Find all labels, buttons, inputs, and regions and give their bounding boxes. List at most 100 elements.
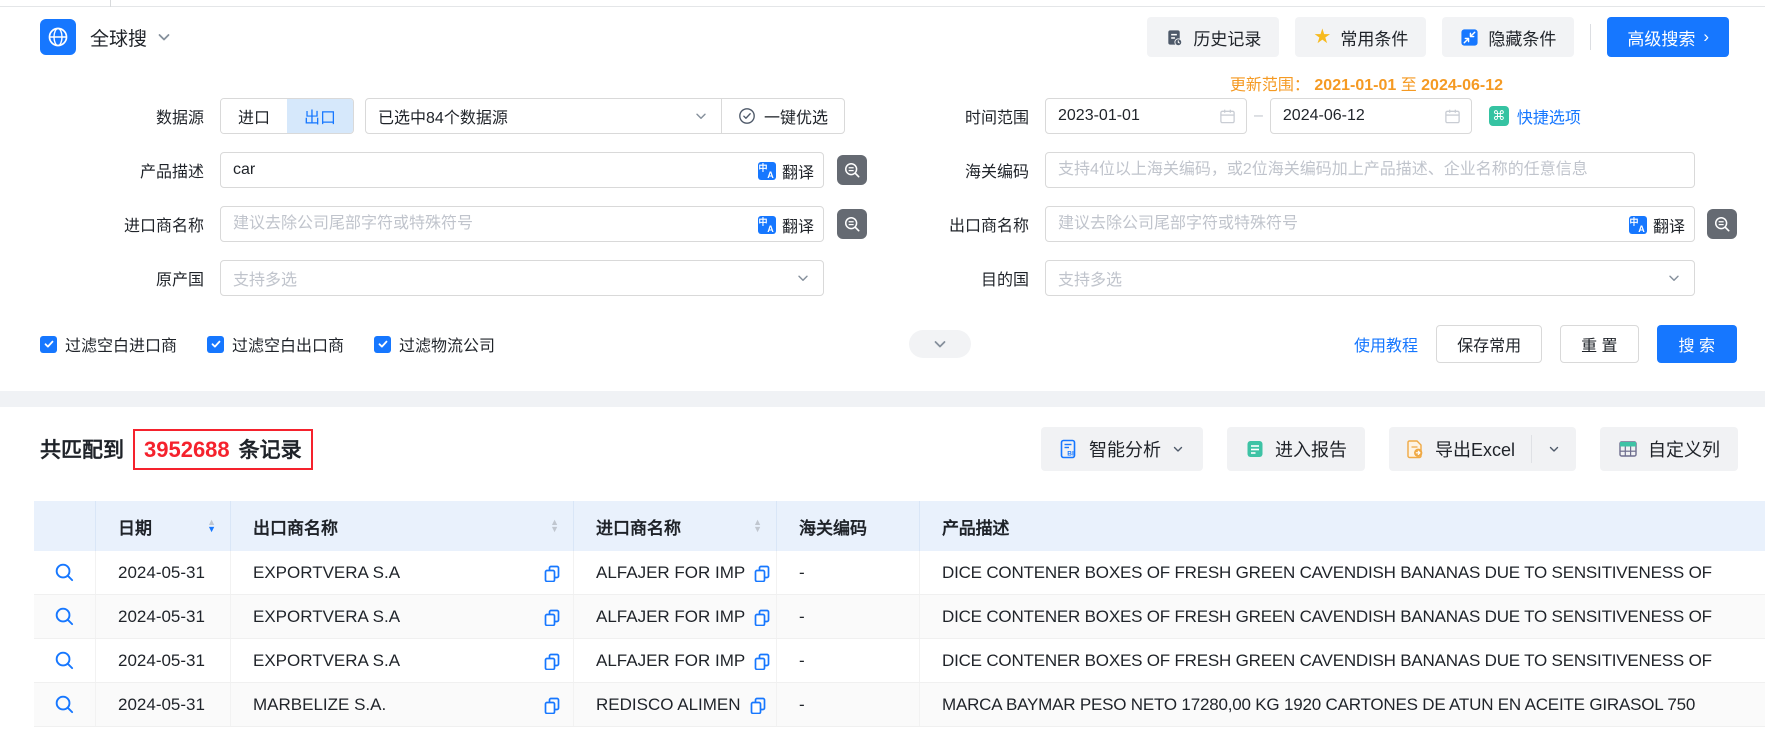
tab-import[interactable]: 进口	[221, 99, 287, 133]
topbar-actions: 历史记录 ★ 常用条件 隐藏条件 高级搜索 ›	[1147, 17, 1729, 57]
advanced-search-label: 高级搜索	[1627, 25, 1695, 50]
one-key-optimize-label: 一键优选	[764, 104, 828, 128]
export-excel-button[interactable]: 导出Excel	[1389, 427, 1531, 471]
save-common-button[interactable]: 保存常用	[1436, 325, 1542, 363]
importer-cell: ALFAJER FOR IMP	[574, 551, 777, 594]
sort-icon[interactable]: ▲▼	[550, 519, 559, 533]
reset-button[interactable]: 重 置	[1560, 325, 1638, 363]
copy-icon[interactable]	[753, 652, 771, 670]
advanced-search-button[interactable]: 高级搜索 ›	[1607, 17, 1729, 57]
table-row: 2024-05-31 EXPORTVERA S.A ALFAJER FOR IM…	[34, 595, 1765, 639]
enter-report-button[interactable]: 进入报告	[1227, 427, 1365, 471]
header-date[interactable]: 日期 ▲▼	[96, 501, 231, 551]
sort-icon[interactable]: ▲▼	[207, 519, 216, 533]
end-date-input[interactable]: 2024-06-12	[1270, 98, 1472, 134]
app-switcher[interactable]	[155, 28, 173, 46]
checkbox-checked-icon	[40, 336, 57, 353]
filter-blank-importer-checkbox[interactable]: 过滤空白进口商	[40, 332, 177, 356]
header-importer-label: 进口商名称	[596, 514, 681, 539]
view-detail-button[interactable]	[54, 650, 75, 671]
destination-country-placeholder: 支持多选	[1058, 266, 1122, 290]
header-importer[interactable]: 进口商名称 ▲▼	[574, 501, 777, 551]
copy-icon[interactable]	[749, 696, 767, 714]
date-cell: 2024-05-31	[96, 639, 231, 682]
hide-conditions-button[interactable]: 隐藏条件	[1442, 17, 1574, 57]
importer-field: 中 A 翻译	[220, 206, 824, 242]
copy-icon[interactable]	[753, 564, 771, 582]
arrow-right-icon: ›	[1703, 27, 1709, 47]
synonym-search-button[interactable]	[1707, 209, 1737, 239]
history-button[interactable]: 历史记录	[1147, 17, 1279, 57]
header-exporter-label: 出口商名称	[253, 514, 338, 539]
copy-icon[interactable]	[753, 608, 771, 626]
enter-report-label: 进入报告	[1275, 436, 1347, 462]
one-key-optimize-button[interactable]: 一键优选	[722, 104, 844, 128]
translate-icon: 中 A	[757, 161, 777, 181]
search-button[interactable]: 搜 索	[1657, 325, 1737, 363]
quick-options-label: 快捷选项	[1517, 104, 1581, 128]
translate-button[interactable]: 中 A 翻译	[757, 213, 814, 237]
synonym-search-icon	[842, 160, 862, 180]
importer-label: 进口商名称	[40, 212, 220, 236]
origin-country-select[interactable]: 支持多选	[220, 260, 824, 296]
translate-button[interactable]: 中 A 翻译	[1628, 213, 1685, 237]
quick-options-button[interactable]: ⌘ 快捷选项	[1489, 104, 1581, 128]
update-range-to: 2024-06-12	[1421, 77, 1503, 94]
data-source-select[interactable]: 已选中84个数据源	[366, 104, 721, 128]
export-options-button[interactable]	[1532, 427, 1576, 471]
smart-analysis-button[interactable]: BI 智能分析	[1041, 427, 1203, 471]
copy-icon[interactable]	[543, 564, 561, 582]
app-title: 全球搜	[90, 24, 147, 51]
sort-icon[interactable]: ▲▼	[753, 519, 762, 533]
svg-text:中: 中	[1629, 216, 1638, 227]
form-actions: 使用教程 保存常用 重 置 搜 索	[1354, 325, 1737, 363]
synonym-search-button[interactable]	[837, 209, 867, 239]
svg-text:A: A	[767, 170, 774, 180]
divider	[1590, 24, 1591, 50]
data-source-combo: 已选中84个数据源 一键优选	[365, 98, 845, 134]
description-cell: MARCA BAYMAR PESO NETO 17280,00 KG 1920 …	[920, 683, 1765, 726]
table-row: 2024-05-31 EXPORTVERA S.A ALFAJER FOR IM…	[34, 551, 1765, 595]
trade-direction-toggle: 进口 出口	[220, 98, 354, 134]
view-detail-button[interactable]	[54, 694, 75, 715]
tutorial-link[interactable]: 使用教程	[1354, 332, 1418, 356]
hs-code-input[interactable]	[1045, 152, 1695, 188]
smart-analysis-label: 智能分析	[1089, 436, 1161, 462]
hs-code-cell: -	[777, 639, 920, 682]
product-desc-input[interactable]	[220, 152, 824, 188]
export-excel-split-button: 导出Excel	[1389, 427, 1576, 471]
favorite-conditions-button[interactable]: ★ 常用条件	[1295, 17, 1426, 57]
date-cell: 2024-05-31	[96, 551, 231, 594]
synonym-search-button[interactable]	[837, 155, 867, 185]
translate-label: 翻译	[782, 213, 814, 237]
form-row-1: 数据源 进口 出口 已选中84个数据源	[40, 89, 1737, 143]
header-exporter[interactable]: 出口商名称 ▲▼	[231, 501, 574, 551]
filter-logistics-checkbox[interactable]: 过滤物流公司	[374, 332, 495, 356]
table-row: 2024-05-31 MARBELIZE S.A. REDISCO ALIMEN…	[34, 683, 1765, 727]
customize-columns-button[interactable]: 自定义列	[1600, 427, 1738, 471]
app-logo	[40, 19, 76, 55]
translate-button[interactable]: 中 A 翻译	[757, 159, 814, 183]
importer-input[interactable]	[220, 206, 824, 242]
search-form: 更新范围： 2021-01-01 至 2024-06-12 数据源 进口 出口 …	[0, 67, 1765, 391]
header-hs-code: 海关编码	[777, 501, 920, 551]
row-detail-cell	[34, 683, 96, 726]
destination-country-select[interactable]: 支持多选	[1045, 260, 1695, 296]
copy-icon[interactable]	[543, 652, 561, 670]
results-section: 共匹配到 3952688 条记录 BI 智能分析	[0, 407, 1765, 727]
start-date-input[interactable]: 2023-01-01	[1045, 98, 1247, 134]
expand-more-conditions-button[interactable]	[909, 330, 971, 358]
view-detail-button[interactable]	[54, 606, 75, 627]
filter-blank-exporter-checkbox[interactable]: 过滤空白出口商	[207, 332, 344, 356]
form-row-4: 原产国 支持多选 目的国 支持多选	[40, 251, 1737, 305]
date-cell: 2024-05-31	[96, 683, 231, 726]
tab-export[interactable]: 出口	[287, 99, 353, 133]
table-body: 2024-05-31 EXPORTVERA S.A ALFAJER FOR IM…	[34, 551, 1765, 727]
view-detail-button[interactable]	[54, 562, 75, 583]
search-icon	[54, 606, 75, 627]
report-icon	[1245, 439, 1265, 459]
exporter-input[interactable]	[1045, 206, 1695, 242]
copy-icon[interactable]	[543, 608, 561, 626]
match-count-highlight-box: 3952688 条记录	[133, 429, 313, 470]
copy-icon[interactable]	[543, 696, 561, 714]
